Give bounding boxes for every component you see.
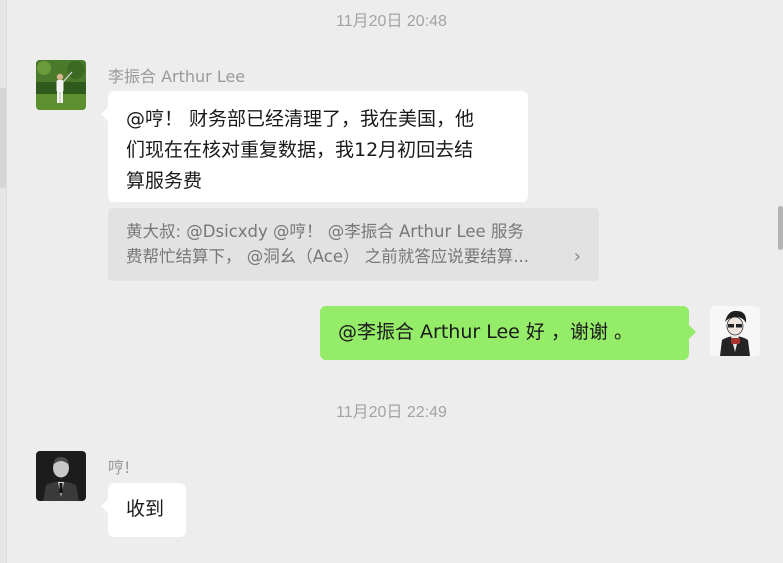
message-line: @李振合 Arthur Lee 好 ，谢谢 。	[338, 321, 633, 343]
message-line: 算服务费	[126, 170, 203, 192]
quoted-message[interactable]: 黄大叔: @Dsicxdy @哼！ @李振合 Arthur Lee 服务 费帮忙…	[108, 208, 599, 281]
sketch-portrait-icon	[710, 306, 760, 356]
message-line: @哼！ 财务部已经清理了，我在美国，他	[126, 108, 475, 130]
quote-line: 黄大叔: @Dsicxdy @哼！ @李振合 Arthur Lee 服务	[126, 222, 524, 241]
left-edge-highlight	[0, 88, 6, 188]
chevron-right-icon: ›	[573, 246, 581, 267]
sender-name: 哼!	[108, 458, 131, 477]
timestamp: 11月20日 20:48	[336, 13, 447, 30]
message-line: 们现在在核对重复数据，我12月初回去结	[126, 139, 474, 161]
message-line: 收到	[126, 498, 165, 520]
arthur-lee-avatar[interactable]	[36, 60, 86, 110]
quote-line: 费帮忙结算下， @洞幺（Ace） 之前就答应说要结算...	[126, 247, 529, 266]
chat-window: 11月20日 20:48 李振合 Arthur Lee @哼！ 财务部已经清理了…	[0, 0, 783, 563]
self-avatar[interactable]	[710, 306, 760, 356]
timestamp: 11月20日 22:49	[336, 404, 447, 421]
message-bubble[interactable]: 收到	[101, 483, 186, 537]
self-message-bubble[interactable]: @李振合 Arthur Lee 好 ，谢谢 。	[320, 306, 696, 360]
heng-avatar[interactable]	[36, 451, 86, 501]
person-photo-icon	[36, 451, 86, 501]
golfer-photo-icon	[36, 60, 86, 110]
scrollbar-thumb[interactable]	[778, 206, 783, 250]
left-edge-divider	[0, 0, 7, 563]
sender-name: 李振合 Arthur Lee	[108, 67, 246, 86]
message-bubble[interactable]: @哼！ 财务部已经清理了，我在美国，他 们现在在核对重复数据，我12月初回去结 …	[101, 91, 528, 202]
